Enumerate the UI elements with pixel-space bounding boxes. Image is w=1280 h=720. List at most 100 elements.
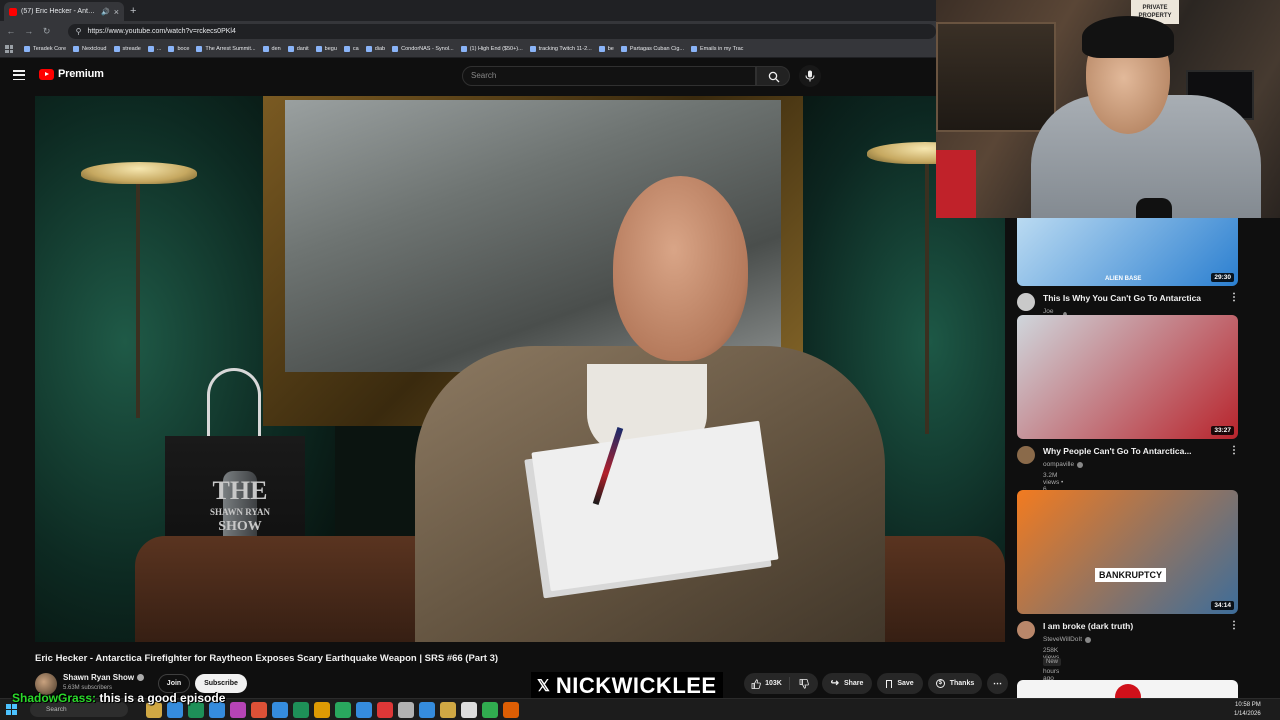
bookmark-item[interactable]: CondorNAS - Synol... <box>392 46 454 52</box>
share-button[interactable]: ↪ Share <box>822 673 872 694</box>
search-input[interactable]: Search <box>462 66 756 86</box>
youtube-premium-logo[interactable]: Premium <box>39 68 104 80</box>
bookmark-favicon-icon <box>147 46 154 52</box>
taskbar-app-icon[interactable] <box>293 702 309 718</box>
save-button[interactable]: Save <box>877 673 923 694</box>
bookmark-item[interactable]: (1) High End ($50+)... <box>460 46 523 52</box>
channel-avatar[interactable] <box>1017 621 1035 639</box>
bookmark-label: CondorNAS - Synol... <box>401 46 454 52</box>
bookmark-label: begu <box>324 46 337 52</box>
bookmarks-bar: Teradek Core Nextcloud streade... boce The A… <box>0 41 936 58</box>
clock-date: 1/14/2026 <box>1234 711 1261 717</box>
bookmark-item[interactable]: Nextcloud <box>73 46 107 52</box>
bookmark-item[interactable]: den <box>262 46 281 52</box>
streamer-microphone <box>1136 198 1172 218</box>
thumbnail-text: ALIEN BASE <box>1105 276 1142 282</box>
video-title[interactable]: Why People Can't Go To Antarctica... <box>1043 446 1223 456</box>
bookmark-item[interactable]: diab <box>365 46 385 52</box>
bookmark-item[interactable]: danit <box>287 46 309 52</box>
stream-chat-message: ShadowGrass: this is a good episode <box>12 691 225 705</box>
channel-name-link[interactable]: SteveWillDoIt <box>1043 636 1092 643</box>
taskbar-app-icon[interactable] <box>314 702 330 718</box>
microphone-icon <box>805 70 815 82</box>
save-label: Save <box>897 680 914 687</box>
close-tab-icon[interactable]: × <box>114 7 119 17</box>
video-thumbnail[interactable] <box>1017 680 1238 710</box>
menu-icon[interactable] <box>13 70 25 80</box>
bag-logo-line: THE <box>212 476 268 505</box>
x-logo-icon: 𝕏 <box>537 677 550 695</box>
bookmark-item[interactable]: The Arrest Summit... <box>196 46 256 52</box>
system-clock[interactable]: 10:58 PM 1/14/2026 <box>1234 701 1261 719</box>
bookmark-item[interactable]: tracking Twitch 11-2... <box>529 46 592 52</box>
taskbar-app-icon[interactable] <box>356 702 372 718</box>
forward-icon[interactable]: → <box>24 26 34 36</box>
video-player[interactable]: THE SHAWN RYAN SHOW <box>35 96 1005 642</box>
dislike-button[interactable] <box>790 678 818 689</box>
bookmark-item[interactable]: ... <box>147 46 161 52</box>
taskbar-app-icon[interactable] <box>335 702 351 718</box>
thanks-button[interactable]: $ Thanks <box>928 673 982 694</box>
more-actions-icon[interactable]: ⋯ <box>987 673 1008 694</box>
bookmark-label: streade <box>122 46 141 52</box>
like-button[interactable]: 103K <box>744 677 790 690</box>
taskbar-app-icon[interactable] <box>419 702 435 718</box>
bookmark-favicon-icon <box>343 46 350 52</box>
taskbar-app-icon[interactable] <box>377 702 393 718</box>
bookmark-label: Nextcloud <box>82 46 107 52</box>
channel-avatar[interactable] <box>1017 446 1035 464</box>
audio-icon: 🔊 <box>101 8 110 16</box>
taskbar-app-icon[interactable] <box>503 702 519 718</box>
video-scene-host-head <box>613 176 748 361</box>
new-tab-button[interactable]: + <box>130 2 136 21</box>
video-scene-lamp-right <box>925 154 929 434</box>
thanks-label: Thanks <box>949 680 975 687</box>
channel-name-link[interactable]: Shawn Ryan Show <box>63 673 145 682</box>
channel-avatar[interactable] <box>1017 293 1035 311</box>
bookmark-label: Emails in my Trac <box>699 46 744 52</box>
bookmark-favicon-icon <box>287 46 294 52</box>
streamer-handle-overlay: 𝕏 NICKWICKLEE <box>531 672 723 699</box>
video-thumbnail[interactable]: BANKRUPTCY 34:14 <box>1017 490 1238 614</box>
taskbar-app-icon[interactable] <box>251 702 267 718</box>
new-badge: New <box>1043 658 1062 666</box>
clock-time: 10:58 PM <box>1235 702 1261 708</box>
taskbar-app-icon[interactable] <box>230 702 246 718</box>
bookmark-item[interactable]: Emails in my Trac <box>690 46 744 52</box>
taskbar-app-icon[interactable] <box>461 702 477 718</box>
more-options-icon[interactable]: ⋮ <box>1229 292 1239 303</box>
sign-line: PRIVATE <box>1142 5 1168 11</box>
bookmark-favicon-icon <box>690 46 697 52</box>
address-bar[interactable]: ⚲ https://www.youtube.com/watch?v=rckecs… <box>67 23 936 39</box>
back-icon[interactable]: ← <box>6 26 16 36</box>
reload-icon[interactable]: ↻ <box>42 26 52 37</box>
video-thumbnail[interactable]: 33:27 <box>1017 315 1238 439</box>
apps-icon[interactable] <box>5 45 13 53</box>
bookmark-item[interactable]: Teradek Core <box>24 46 66 52</box>
more-options-icon[interactable]: ⋮ <box>1229 445 1239 456</box>
bookmark-item[interactable]: be <box>598 46 614 52</box>
share-label: Share <box>843 680 864 687</box>
bookmark-item[interactable]: streade <box>113 46 141 52</box>
bookmark-item[interactable]: Partagas Cuban Cig... <box>620 46 684 52</box>
video-title[interactable]: This Is Why You Can't Go To Antarctica <box>1043 293 1223 303</box>
taskbar-app-icon[interactable] <box>272 702 288 718</box>
bag-logo-line: SHOW <box>218 519 262 534</box>
search-button[interactable] <box>756 66 790 86</box>
video-title[interactable]: I am broke (dark truth) <box>1043 621 1223 631</box>
taskbar-app-icon[interactable] <box>482 702 498 718</box>
bookmark-item[interactable]: begu <box>315 46 337 52</box>
windows-start-icon[interactable] <box>6 704 17 715</box>
more-options-icon[interactable]: ⋮ <box>1229 620 1239 631</box>
taskbar-app-icon[interactable] <box>440 702 456 718</box>
site-info-icon[interactable]: ⚲ <box>76 27 82 36</box>
taskbar-app-icon[interactable] <box>398 702 414 718</box>
screen: (57) Eric Hecker - Antarctic 🔊 × + ← → ↻… <box>0 0 1280 720</box>
browser-tab[interactable]: (57) Eric Hecker - Antarctic 🔊 × <box>4 2 124 21</box>
voice-search-button[interactable] <box>799 65 821 87</box>
bookmark-label: ca <box>352 46 359 52</box>
channel-name-link[interactable]: oompaville <box>1043 461 1084 468</box>
channel-name: Shawn Ryan Show <box>63 673 135 682</box>
bookmark-item[interactable]: boce <box>168 46 189 52</box>
bookmark-item[interactable]: ca <box>343 46 359 52</box>
